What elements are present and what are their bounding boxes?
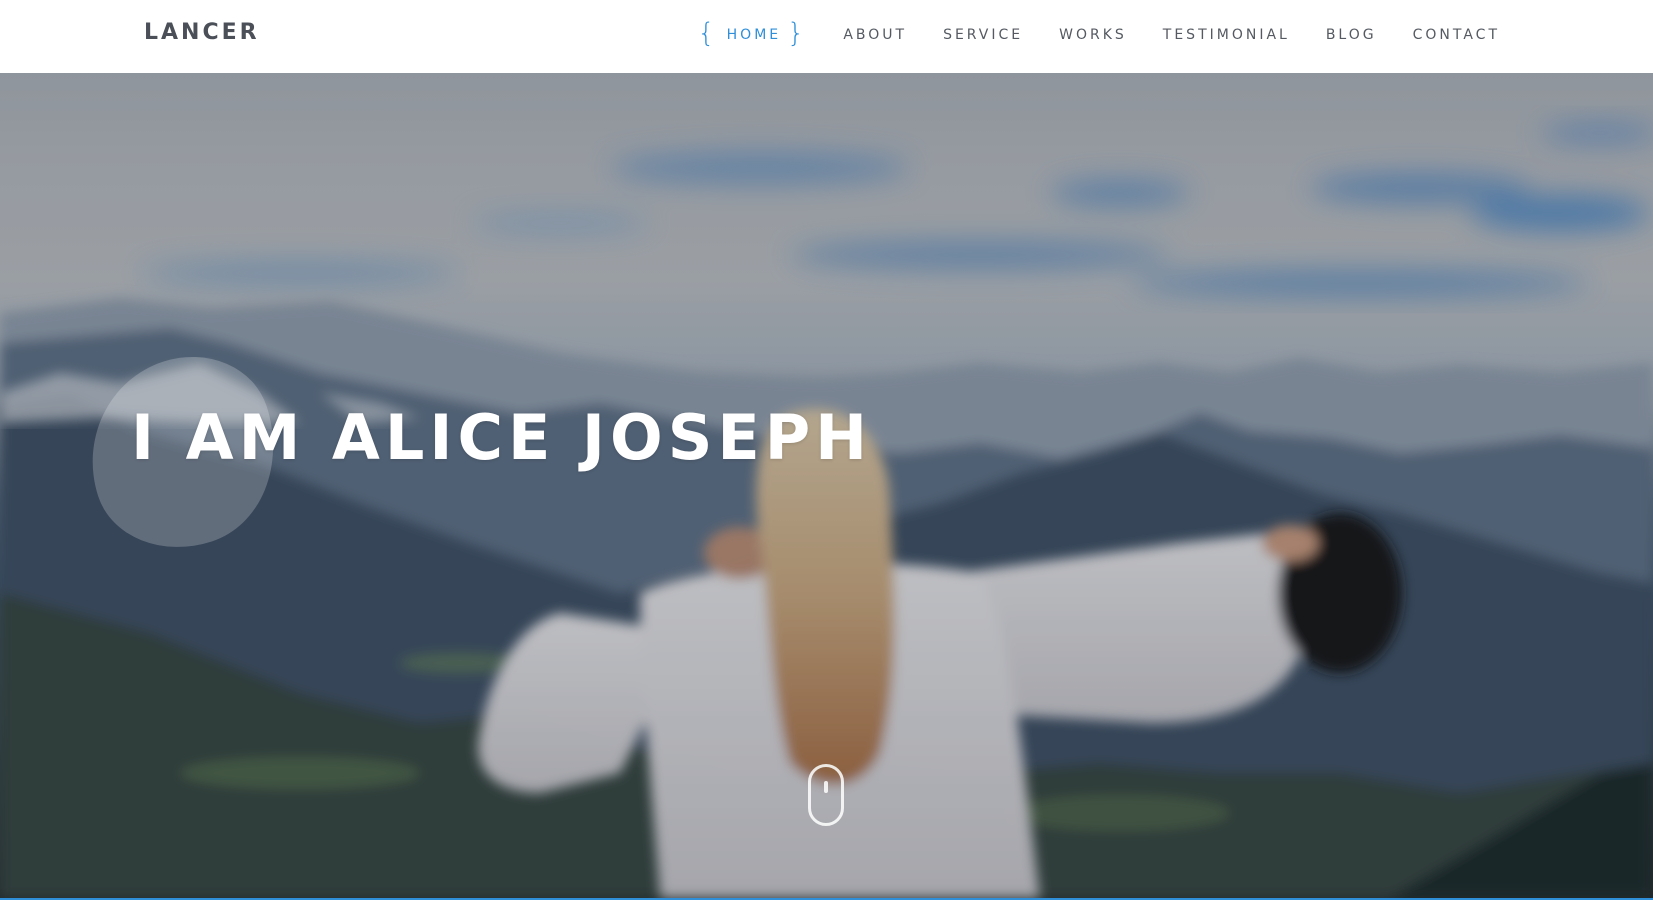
mouse-scroll-wheel bbox=[824, 781, 828, 793]
nav-item-service[interactable]: SERVICE bbox=[943, 27, 1023, 43]
hero-title: I AM ALICE JOSEPH bbox=[131, 401, 873, 474]
nav-item-blog[interactable]: BLOG bbox=[1326, 27, 1377, 43]
nav-label-service: SERVICE bbox=[943, 26, 1024, 43]
nav-label-home: HOME bbox=[726, 26, 782, 43]
brand-logo[interactable]: LANCER bbox=[144, 20, 260, 45]
nav-item-home[interactable]: { HOME } bbox=[697, 18, 808, 49]
nav-item-about[interactable]: ABOUT bbox=[843, 27, 907, 43]
active-brace-left: { bbox=[697, 18, 718, 49]
nav-label-works: WORKS bbox=[1059, 26, 1127, 43]
nav-label-contact: CONTACT bbox=[1412, 26, 1500, 43]
hero-section: I AM ALICE JOSEPH bbox=[0, 73, 1653, 898]
nav-label-blog: BLOG bbox=[1325, 26, 1377, 43]
nav-label-testimonial: TESTIMONIAL bbox=[1162, 26, 1290, 43]
active-brace-right: } bbox=[787, 18, 808, 49]
nav-item-contact[interactable]: CONTACT bbox=[1413, 27, 1500, 43]
nav-item-testimonial[interactable]: TESTIMONIAL bbox=[1163, 27, 1290, 43]
nav-item-works[interactable]: WORKS bbox=[1059, 27, 1127, 43]
main-nav: { HOME } ABOUT SERVICE WORKS TESTIMONIAL… bbox=[697, 0, 1500, 69]
mouse-scroll-icon[interactable] bbox=[808, 764, 844, 826]
site-header: LANCER { HOME } ABOUT SERVICE WORKS TEST… bbox=[0, 0, 1653, 73]
nav-label-about: ABOUT bbox=[843, 26, 908, 43]
